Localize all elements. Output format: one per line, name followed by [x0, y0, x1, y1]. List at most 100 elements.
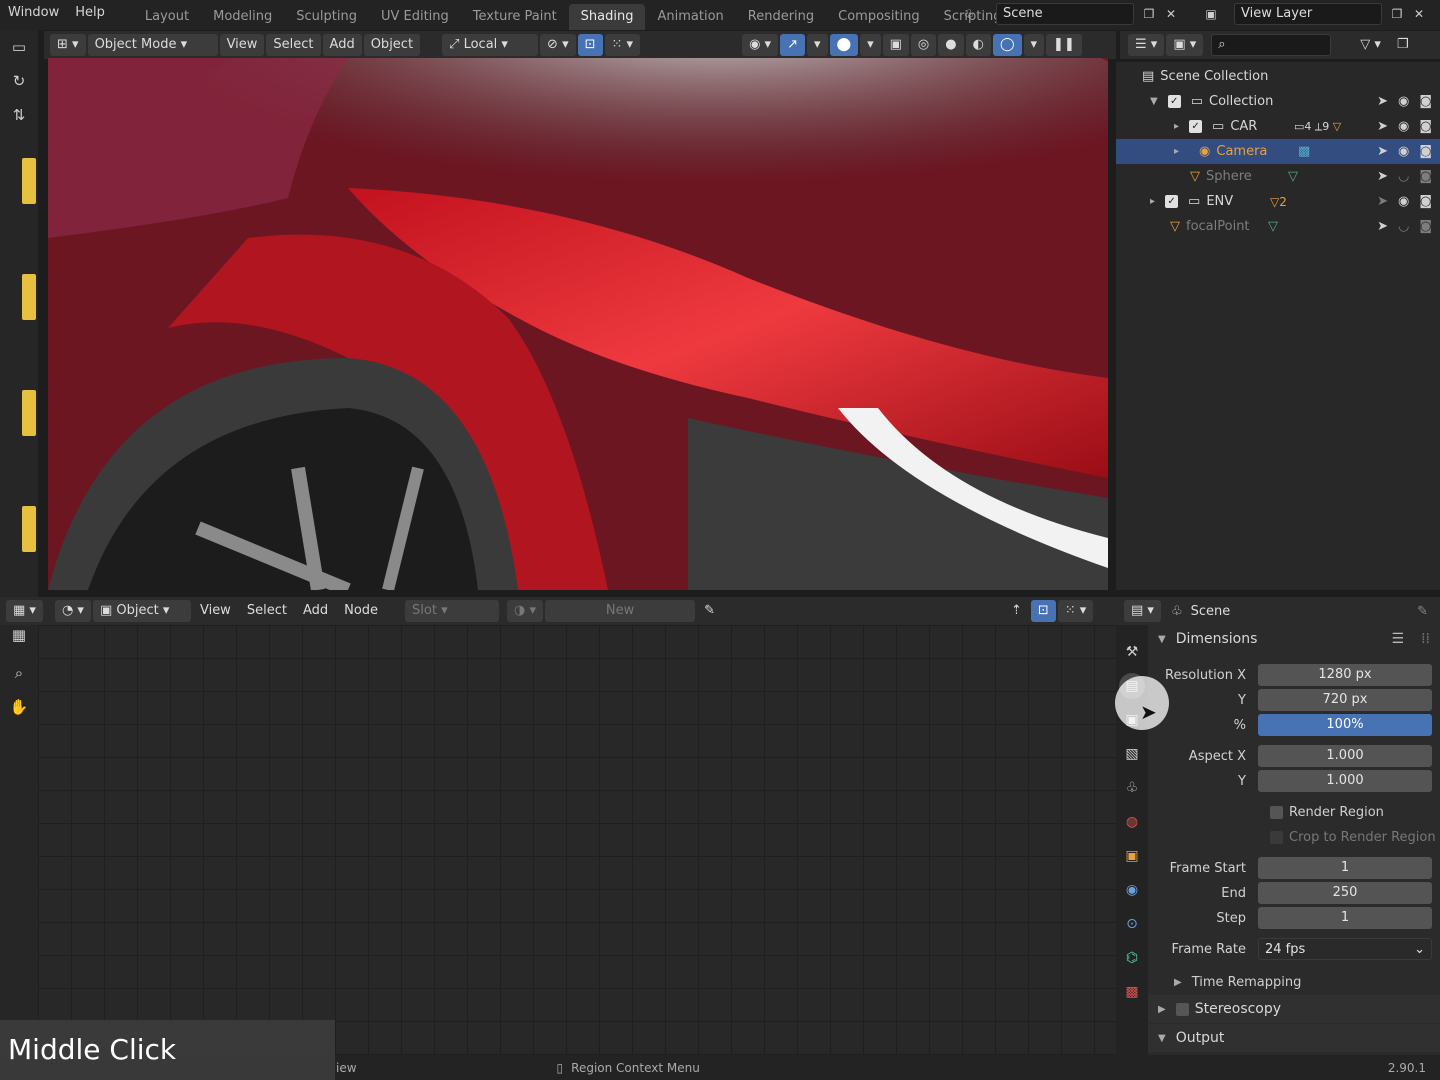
tab-compositing[interactable]: Compositing	[826, 4, 932, 30]
exclude-checkbox[interactable]: ✓	[1167, 95, 1181, 108]
object-dropdown[interactable]: ▣ Object ▾	[92, 600, 191, 622]
outliner-editor-type-icon[interactable]: ☰ ▾	[1128, 34, 1165, 56]
orientation-dropdown[interactable]: ⤢ Local ▾	[442, 34, 539, 56]
menu-window[interactable]: Window	[0, 0, 67, 30]
overlay-icon[interactable]: ⬤	[829, 34, 859, 56]
render-region-row[interactable]: Render Region	[1148, 800, 1440, 824]
tab-rendering[interactable]: Rendering	[736, 4, 826, 30]
frame-rate-dropdown[interactable]: 24 fps ⌄	[1258, 938, 1432, 960]
texture-tab-icon[interactable]: ▩	[1119, 979, 1145, 1005]
select-icon[interactable]: ➤	[1377, 169, 1388, 184]
tool-tab-icon[interactable]: ⚒	[1119, 639, 1145, 665]
select-icon[interactable]: ➤	[1377, 219, 1388, 234]
shader-type-icon[interactable]: ◔ ▾	[54, 600, 91, 622]
menu-select[interactable]: Select	[240, 600, 294, 622]
node-editor-canvas[interactable]	[38, 625, 1116, 1055]
pivot-icon[interactable]: ⊘ ▾	[540, 34, 576, 56]
time-remapping-subpanel[interactable]: ▶ Time Remapping	[1148, 970, 1440, 994]
outliner-row-scene-collection[interactable]: ▤ Scene Collection	[1116, 64, 1440, 89]
eye-icon[interactable]: ◉	[1398, 119, 1409, 134]
render-region-checkbox[interactable]	[1270, 805, 1283, 819]
frame-end-field[interactable]: 250	[1258, 882, 1432, 904]
tab-animation[interactable]: Animation	[645, 4, 735, 30]
material-browse-icon[interactable]: ◑ ▾	[507, 600, 544, 622]
editor-type-icon[interactable]: ⊞ ▾	[50, 34, 86, 56]
pause-render-icon[interactable]: ❚❚	[1046, 34, 1082, 56]
tab-layout[interactable]: Layout	[133, 4, 201, 30]
new-collection-icon[interactable]: ❐	[1390, 34, 1416, 56]
scene-tab-icon[interactable]: ♧	[1119, 775, 1145, 801]
tab-uv-editing[interactable]: UV Editing	[369, 4, 461, 30]
eye-icon[interactable]: ◉	[1398, 94, 1409, 109]
camera-render-icon[interactable]: ◙	[1419, 119, 1432, 134]
pin-icon[interactable]: ✎	[1417, 604, 1428, 619]
object-tab-icon[interactable]: ▣	[1119, 843, 1145, 869]
crop-region-row[interactable]: Crop to Render Region	[1148, 825, 1440, 849]
zoom-icon[interactable]: ⌕	[6, 660, 32, 686]
menu-node[interactable]: Node	[337, 600, 385, 622]
outliner-row-env[interactable]: ▸ ✓ ▭ ENV ▽2 ➤ ◉ ◙	[1116, 189, 1440, 214]
shelf-tab-3[interactable]	[22, 390, 36, 436]
shelf-tab-2[interactable]	[22, 274, 36, 320]
menu-add[interactable]: Add	[322, 34, 362, 56]
outliner-row-sphere[interactable]: ▽ Sphere ▽ ➤ ◡ ◙	[1116, 164, 1440, 189]
select-icon[interactable]: ➤	[1377, 94, 1388, 109]
resolution-y-field[interactable]: 720 px	[1258, 689, 1432, 711]
expand-icon[interactable]: ▸	[1174, 121, 1179, 132]
output-panel-header[interactable]: ▼ Output	[1148, 1024, 1440, 1052]
properties-editor-type-icon[interactable]: ▤ ▾	[1124, 600, 1161, 622]
menu-add[interactable]: Add	[296, 600, 335, 622]
shelf-tab-4[interactable]	[22, 506, 36, 552]
crop-region-checkbox[interactable]	[1270, 830, 1283, 844]
node-editor-type-icon[interactable]: ▦ ▾	[6, 600, 43, 622]
refresh-icon[interactable]: ↻	[6, 68, 32, 94]
eye-icon[interactable]: ◉	[1398, 144, 1409, 159]
select-icon[interactable]: ➤	[1377, 119, 1388, 134]
menu-view[interactable]: View	[193, 600, 238, 622]
eye-closed-icon[interactable]: ◡	[1398, 169, 1409, 184]
select-icon[interactable]: ➤	[1377, 144, 1388, 159]
presets-icon[interactable]: ☰	[1391, 631, 1404, 647]
scene-selector[interactable]: ♧ Scene ❐ ✕	[958, 3, 1182, 25]
slot-dropdown[interactable]: Slot ▾	[405, 600, 500, 622]
image-icon[interactable]: ▦	[6, 622, 32, 648]
new-material-button[interactable]: New	[545, 600, 696, 622]
shading-material-icon[interactable]: ◐	[965, 34, 991, 56]
3d-viewport[interactable]	[48, 58, 1108, 590]
dimensions-panel-header[interactable]: ▼ Dimensions ☰ ⁞⁞	[1148, 625, 1440, 653]
constraints-tab-icon[interactable]: ⊙	[1119, 911, 1145, 937]
folder-icon[interactable]: ▭	[6, 34, 32, 60]
view-layer-selector[interactable]: ▣ View Layer ❐ ✕	[1200, 3, 1430, 25]
display-mode-icon[interactable]: ▣ ▾	[1166, 34, 1204, 56]
menu-object[interactable]: Object	[363, 34, 421, 56]
camera-render-icon[interactable]: ◙	[1419, 94, 1432, 109]
stereoscopy-panel-header[interactable]: ▶ Stereoscopy	[1148, 995, 1440, 1023]
shelf-tab-1[interactable]	[22, 158, 36, 204]
view-layer-tab-icon[interactable]: ▧	[1119, 741, 1145, 767]
pin-icon[interactable]: ✎	[697, 600, 722, 622]
new-view-layer-icon[interactable]: ❐	[1386, 3, 1408, 25]
tab-sculpting[interactable]: Sculpting	[284, 4, 369, 30]
new-scene-icon[interactable]: ❐	[1138, 3, 1160, 25]
frame-step-field[interactable]: 1	[1258, 907, 1432, 929]
resolution-x-field[interactable]: 1280 px	[1258, 664, 1432, 686]
remove-view-layer-icon[interactable]: ✕	[1408, 3, 1430, 25]
filter-icon[interactable]: ▽ ▾	[1353, 34, 1388, 56]
expand-icon[interactable]: ▸	[1174, 146, 1179, 157]
gizmo-dropdown-icon[interactable]: ▾	[807, 34, 828, 56]
outliner-row-collection[interactable]: ▼ ✓ ▭ Collection ➤ ◉ ◙	[1116, 89, 1440, 114]
aspect-x-field[interactable]: 1.000	[1258, 745, 1432, 767]
gizmo-icon[interactable]: ↗	[780, 34, 805, 56]
node-snap-dropdown-icon[interactable]: ⁙ ▾	[1057, 600, 1094, 622]
node-snap-icon[interactable]: ⊡	[1030, 600, 1056, 622]
pan-hand-icon[interactable]: ✋	[6, 694, 32, 720]
resolution-percent-slider[interactable]: 100%	[1258, 714, 1432, 736]
shading-rendered-icon[interactable]: ◯	[992, 34, 1022, 56]
shading-dropdown-icon[interactable]: ▾	[1023, 34, 1045, 56]
sort-icon[interactable]: ⇅	[6, 102, 32, 128]
outliner-row-focalpoint[interactable]: ▽ focalPoint ▽ ➤ ◡ ◙	[1116, 214, 1440, 239]
xray-icon[interactable]: ▣	[882, 34, 909, 56]
eye-icon[interactable]: ◉	[1398, 194, 1409, 209]
tab-shading[interactable]: Shading	[568, 3, 646, 30]
overlay-dropdown-icon[interactable]: ▾	[860, 34, 881, 56]
